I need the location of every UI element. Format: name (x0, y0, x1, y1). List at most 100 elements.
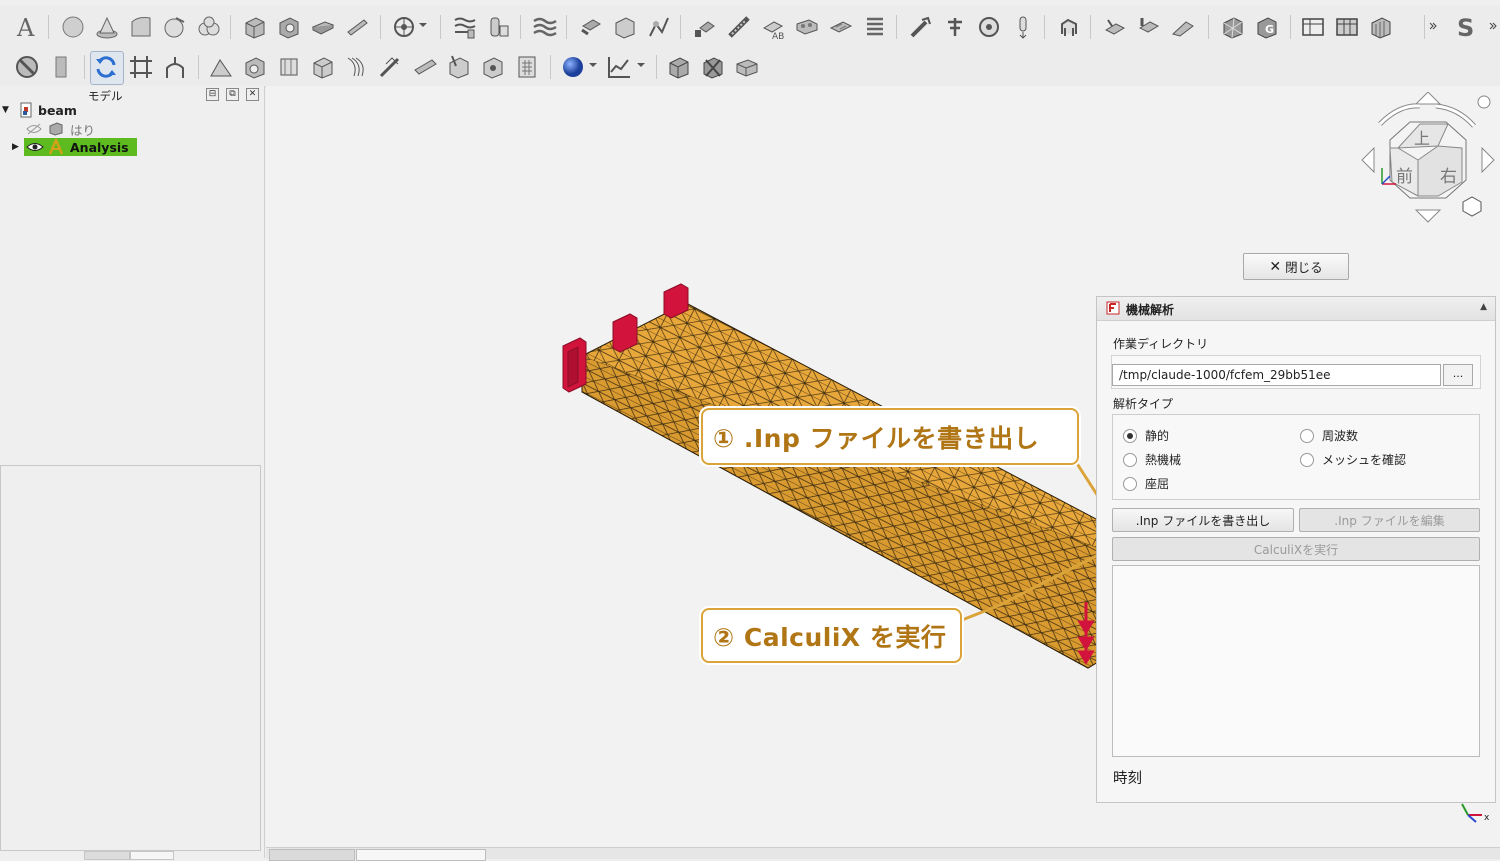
nav-face-top[interactable]: 上 (1414, 129, 1430, 148)
solver-icon[interactable]: S (1454, 14, 1480, 40)
toolbar-overflow-icon-2[interactable] (1488, 20, 1498, 32)
plot-icon[interactable] (606, 54, 632, 80)
tree-item-beam[interactable]: はり (26, 120, 95, 138)
mesh-group-icon[interactable] (1334, 14, 1360, 40)
chevron-down-icon-2[interactable] (588, 60, 598, 70)
grid-icon[interactable] (128, 54, 154, 80)
stop-icon[interactable] (14, 54, 40, 80)
constraint-spring-icon[interactable] (726, 14, 752, 40)
constraint-tie-icon[interactable] (692, 14, 718, 40)
navigation-cube[interactable]: 上 前 右 (1360, 92, 1500, 228)
panel-float-icon[interactable]: ⧉ (226, 88, 239, 101)
nav-arrow-down-icon[interactable] (1414, 209, 1442, 223)
scalar-clip-icon[interactable] (344, 54, 370, 80)
edit-inp-button[interactable]: .Inp ファイルを編集 (1299, 508, 1480, 532)
shell-thickness-icon[interactable] (486, 14, 512, 40)
fillet-icon[interactable] (162, 14, 188, 40)
line-clip-icon[interactable] (446, 54, 472, 80)
initial-flow-icon[interactable] (1170, 14, 1196, 40)
flow-velocity-icon[interactable] (1136, 14, 1162, 40)
nav-arrow-right-icon[interactable] (1481, 146, 1495, 174)
chevron-down-icon[interactable] (418, 20, 428, 30)
constraint-fixed-icon[interactable] (578, 14, 604, 40)
radio-check-mesh-dot[interactable] (1300, 452, 1314, 467)
clip-plane-icon[interactable] (208, 54, 234, 80)
panel-tab-1[interactable] (84, 851, 130, 860)
mesh-netgen-icon[interactable] (1220, 14, 1246, 40)
nav-arrow-left-icon[interactable] (1361, 146, 1375, 174)
collapse-arrow-icon[interactable]: ▼ (2, 105, 14, 115)
calculator-icon[interactable] (514, 54, 540, 80)
solver-output-box[interactable] (1112, 565, 1480, 757)
radio-frequency[interactable]: 周波数 (1300, 427, 1358, 444)
fluid-section-icon[interactable] (532, 14, 558, 40)
sphere-material-icon[interactable] (560, 54, 586, 80)
doc-tab-start[interactable] (269, 849, 355, 861)
electrostatic-icon[interactable] (1102, 14, 1128, 40)
bar-icon[interactable] (48, 54, 74, 80)
working-dir-input[interactable]: /tmp/claude-1000/fcfem_29bb51ee (1112, 364, 1441, 386)
mesh-box-icon[interactable] (242, 14, 268, 40)
material-icon[interactable] (392, 14, 418, 40)
chevron-down-icon-3[interactable] (636, 60, 646, 70)
postpipeline-icon[interactable] (276, 54, 302, 80)
mesh-plate-icon[interactable] (310, 14, 336, 40)
tree-item-analysis[interactable]: ▶ Analysis (12, 138, 137, 156)
run-calculix-button[interactable]: CalculiXを実行 (1112, 537, 1480, 561)
point-clip-icon[interactable] (480, 54, 506, 80)
panel-collapse-icon[interactable]: ⊟ (206, 88, 219, 101)
view-menu-cube-icon[interactable] (1462, 196, 1482, 217)
radio-thermomech[interactable]: 熱機械 (1123, 451, 1181, 468)
result-mesh-icon[interactable] (242, 54, 268, 80)
cut-function-icon[interactable] (378, 54, 404, 80)
text-icon[interactable]: A (14, 14, 40, 40)
visible-eye-icon[interactable] (26, 140, 44, 154)
task-header[interactable]: 機械解析 ▲ (1097, 297, 1495, 321)
expand-arrow-icon[interactable]: ▶ (12, 142, 24, 152)
doc-tab-beam[interactable] (356, 849, 486, 861)
warp-icon[interactable] (310, 54, 336, 80)
constraint-temperature-icon[interactable] (976, 14, 1002, 40)
cone-icon[interactable] (94, 14, 120, 40)
hidden-eye-icon[interactable] (26, 122, 42, 136)
constraint-contact-icon[interactable] (646, 14, 672, 40)
radio-buckling[interactable]: 座屈 (1123, 475, 1169, 492)
blob-icon[interactable] (196, 14, 222, 40)
result-purge-icon[interactable] (700, 54, 726, 80)
radio-buckling-dot[interactable] (1123, 476, 1137, 491)
refresh-icon[interactable] (93, 54, 119, 80)
nav-arrow-up-icon[interactable] (1414, 92, 1442, 105)
mesh-gear-icon[interactable] (276, 14, 302, 40)
sphere-icon[interactable] (60, 14, 86, 40)
radio-thermomech-dot[interactable] (1123, 452, 1137, 467)
constraint-force-icon[interactable] (828, 14, 854, 40)
toolbar-overflow-icon[interactable] (1428, 20, 1438, 32)
radio-static[interactable]: 静的 (1123, 427, 1169, 444)
fork-icon[interactable] (162, 54, 188, 80)
collapse-up-icon[interactable]: ▲ (1480, 302, 1487, 312)
panel-tab-2[interactable] (130, 851, 174, 860)
result-show-icon[interactable] (666, 54, 692, 80)
mesh-bar-icon[interactable] (344, 14, 370, 40)
region-clip-icon[interactable] (412, 54, 438, 80)
constraint-centrif-icon[interactable] (862, 14, 888, 40)
surface-icon[interactable] (128, 14, 154, 40)
beam-section-icon[interactable] (452, 14, 478, 40)
constraint-rigid-icon[interactable]: AB (760, 14, 786, 40)
mesh-region-icon[interactable] (1300, 14, 1326, 40)
nav-face-right[interactable]: 右 (1440, 167, 1457, 187)
constraint-pressure-icon[interactable] (794, 14, 820, 40)
tree-root[interactable]: ▼ beam (2, 101, 77, 119)
browse-button[interactable]: ... (1443, 364, 1473, 386)
mesh-gmsh-icon[interactable]: G (1254, 14, 1280, 40)
constraint-displacement-icon[interactable] (612, 14, 638, 40)
close-button[interactable]: ✕ 閉じる (1243, 253, 1349, 280)
nav-face-front[interactable]: 前 (1396, 167, 1413, 187)
constraint-self-weight-icon[interactable] (908, 14, 934, 40)
mesh-boundary-icon[interactable] (1368, 14, 1394, 40)
radio-static-dot[interactable] (1123, 428, 1137, 443)
constraint-initial-temp-icon[interactable] (1010, 14, 1036, 40)
radio-frequency-dot[interactable] (1300, 428, 1314, 443)
panel-close-icon[interactable]: ✕ (246, 88, 259, 101)
constraint-heat-flux-icon[interactable] (1056, 14, 1082, 40)
